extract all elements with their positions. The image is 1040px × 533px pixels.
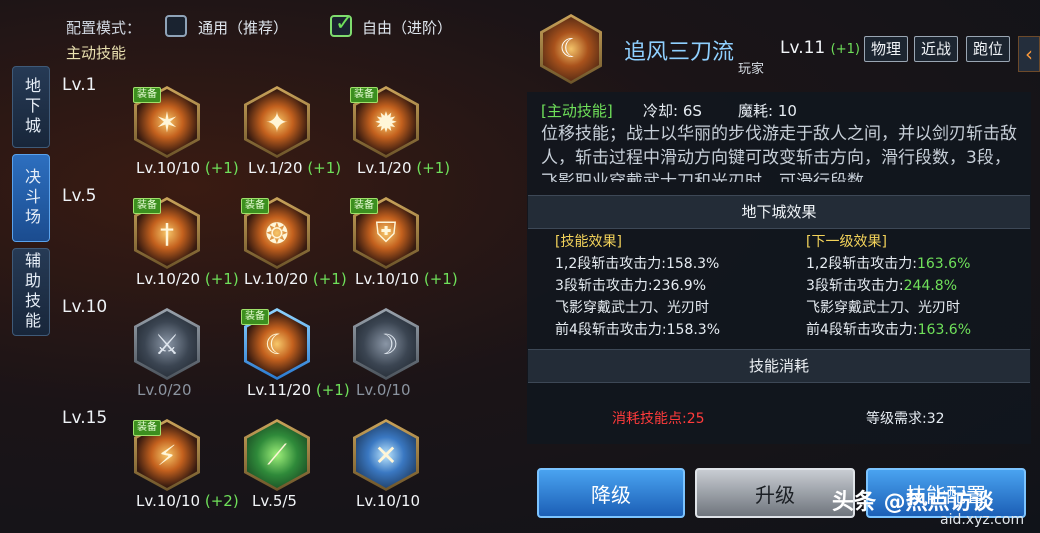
equip-badge: 装备 [241, 309, 269, 325]
next-effect-line: 1,2段斩击攻击力:163.6% [806, 256, 971, 272]
skill-level: Lv.1/20 (+1) [357, 159, 451, 177]
current-effect-line: 1,2段斩击攻击力:158.3% [555, 256, 720, 272]
skill-slot[interactable]: ✦ [244, 86, 310, 158]
cooldown: 冷却: 6S [643, 102, 702, 120]
skill-description[interactable]: 位移技能；战士以华丽的步伐游走于敌人之间，并以剑刃斩击敌人，斩击过程中滑动方向键… [541, 122, 1021, 182]
skill-cost-header: 技能消耗 [528, 349, 1030, 383]
sword-wave-icon: ✦ [247, 89, 307, 155]
equip-badge: 装备 [241, 198, 269, 214]
upgrade-button[interactable]: 升级 [695, 468, 855, 518]
skill-level: Lv.10/10 (+1) [136, 159, 239, 177]
tab-support[interactable]: 辅助技能 [12, 248, 50, 336]
skill-name: 追风三刀流 [624, 40, 735, 65]
skill-level: Lv.5/5 [252, 492, 297, 510]
tab-dungeon[interactable]: 地下城 [12, 66, 50, 148]
config-mode-label: 配置模式： [66, 19, 142, 37]
level-label: Lv.15 [62, 408, 108, 428]
current-effect-line: 前4段斩击攻击力:158.3% [555, 322, 721, 338]
tag-mobility: 跑位 [966, 36, 1011, 62]
selected-skill-icon: ☾ [540, 14, 602, 84]
player-name: 玩家 [738, 62, 765, 77]
next-effect-line: 飞影穿戴武士刀、光刃时 [806, 300, 960, 316]
watermark-sub: aid.xyz.com [940, 512, 1025, 528]
skill-slot[interactable]: ✕ [353, 419, 419, 491]
skill-slot[interactable]: ☽ [353, 308, 419, 380]
skill-slot[interactable]: ⚔ [134, 308, 200, 380]
skill-level: Lv.10/10 (+2) [136, 492, 239, 510]
current-effect-line: 飞影穿戴武士刀、光刃时 [555, 300, 709, 316]
section-title: 主动技能 [66, 44, 127, 62]
triple-slash-icon: ☾ [543, 17, 599, 81]
chevron-left-icon[interactable]: ‹ [1018, 36, 1040, 72]
equip-badge: 装备 [133, 420, 161, 436]
next-effect-line: 前4段斩击攻击力:163.6% [806, 322, 972, 338]
skill-level: Lv.10/20 (+1) [244, 270, 347, 288]
dungeon-effect-header: 地下城效果 [528, 195, 1030, 229]
current-effect-line: 3段斩击攻击力:236.9% [555, 278, 707, 294]
level-label: Lv.1 [62, 75, 97, 95]
skill-level: Lv.11/20 (+1) [247, 381, 350, 399]
level-label: Lv.5 [62, 186, 97, 206]
skill-slot[interactable]: ⟋ [244, 419, 310, 491]
check-icon: ✓ [335, 11, 354, 36]
equip-badge: 装备 [133, 198, 161, 214]
dash-sword-icon: ⚔ [137, 311, 197, 377]
mana-cost: 魔耗: 10 [738, 102, 797, 120]
downgrade-button[interactable]: 降级 [537, 468, 685, 518]
free-mode-checkbox[interactable]: ✓ [330, 11, 353, 37]
equip-badge: 装备 [133, 87, 161, 103]
level-label: Lv.10 [62, 297, 108, 317]
equip-badge: 装备 [350, 87, 378, 103]
equip-badge: 装备 [350, 198, 378, 214]
general-mode-checkbox[interactable] [165, 15, 187, 37]
general-mode-label: 通用（推荐） [198, 19, 289, 37]
next-effect-line: 3段斩击攻击力:244.8% [806, 278, 958, 294]
skill-level: Lv.0/20 [137, 381, 192, 399]
skill-level: Lv.1/20 (+1) [248, 159, 342, 177]
skill-point-cost: 消耗技能点:25 [612, 411, 705, 427]
skill-level: Lv.10/10 [356, 492, 421, 510]
skill-level: Lv.0/10 [356, 381, 411, 399]
cross-swords-icon: ✕ [356, 422, 416, 488]
level-requirement: 等级需求:32 [866, 411, 945, 427]
tab-arena[interactable]: 决斗场 [12, 154, 50, 242]
skill-level: Lv.10/10 (+1) [355, 270, 458, 288]
free-mode-label: 自由（进阶） [362, 19, 453, 37]
green-blade-icon: ⟋ [247, 422, 307, 488]
skill-level: Lv.10/20 (+1) [136, 270, 239, 288]
skill-current-level: Lv.11 (+1) [780, 38, 860, 58]
skill-type: [主动技能] [541, 102, 613, 120]
tag-physical: 物理 [864, 36, 909, 62]
current-effect-title: [技能效果] [555, 234, 622, 250]
moon-crest-icon: ☽ [356, 311, 416, 377]
tag-melee: 近战 [914, 36, 959, 62]
next-effect-title: [下一级效果] [806, 234, 887, 250]
